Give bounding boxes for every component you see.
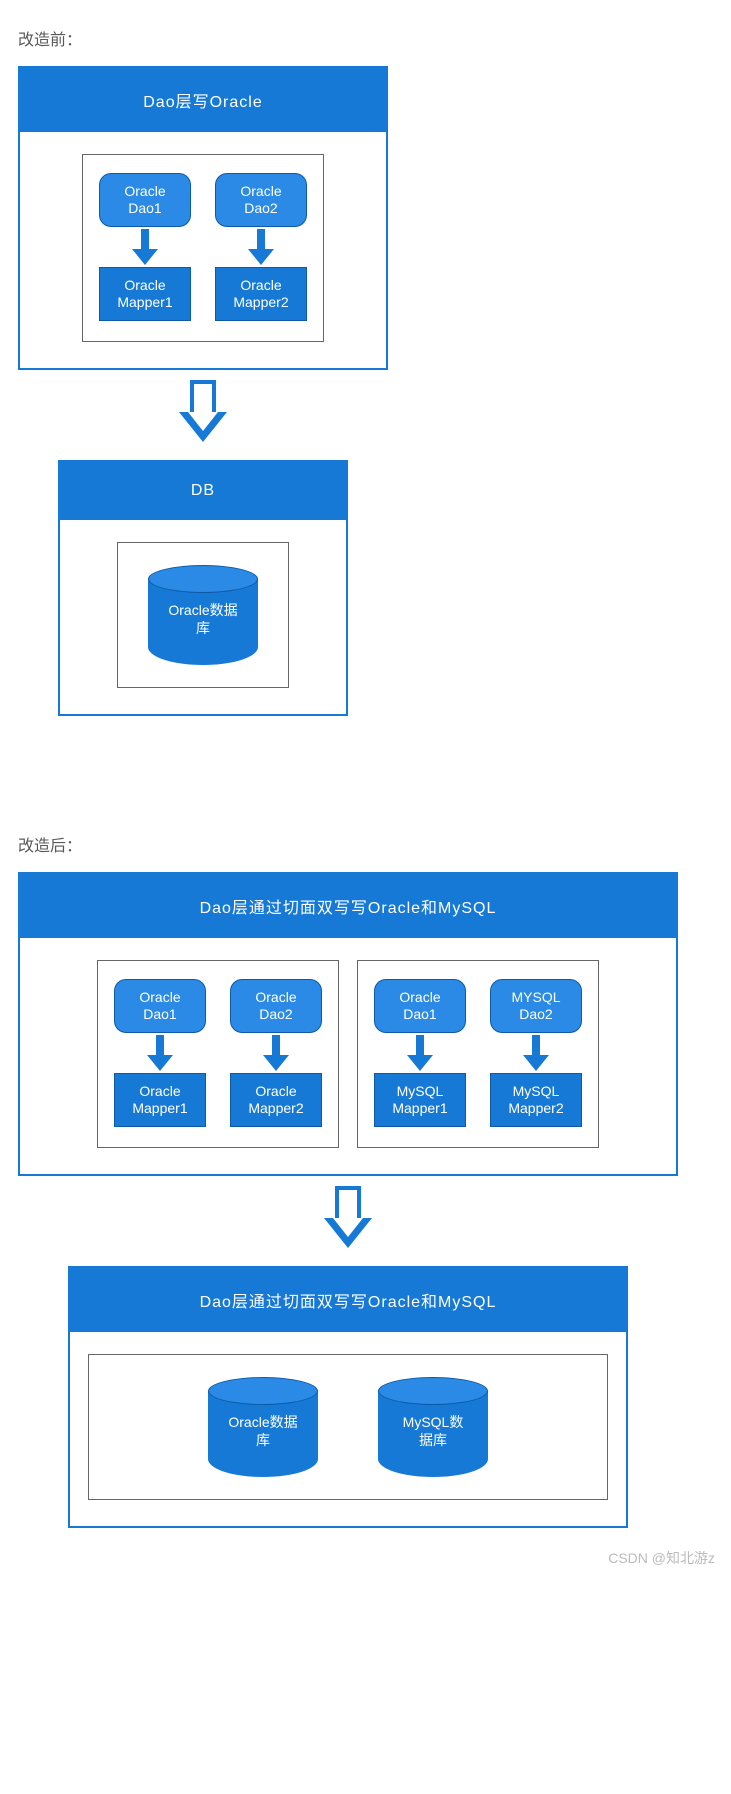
- oracle-db-cylinder: Oracle数据库: [148, 565, 258, 665]
- after-l-mapper1: OracleMapper1: [114, 1073, 206, 1127]
- before-dao-box: Dao层写Oracle OracleDao1 OracleMapper1 Ora…: [18, 66, 388, 370]
- after-r-dao2: MYSQLDao2: [490, 979, 582, 1033]
- arrow-down-icon: [265, 1035, 287, 1071]
- oracle-dao1: OracleDao1: [99, 173, 191, 227]
- label-before: 改造前：: [18, 26, 721, 50]
- large-arrow-down-icon: [179, 380, 227, 446]
- after-r-mapper1: MySQLMapper1: [374, 1073, 466, 1127]
- after-right-panel: OracleDao1 MySQLMapper1 MYSQLDao2 MySQLM…: [357, 960, 599, 1148]
- after-r-dao1: OracleDao1: [374, 979, 466, 1033]
- after-l-mapper2: OracleMapper2: [230, 1073, 322, 1127]
- after-l-dao2: OracleDao2: [230, 979, 322, 1033]
- large-arrow-down-icon: [324, 1186, 372, 1252]
- after-dao-title: Dao层通过切面双写写Oracle和MySQL: [20, 874, 676, 938]
- arrow-down-icon: [149, 1035, 171, 1071]
- arrow-down-icon: [409, 1035, 431, 1071]
- before-db-title: DB: [60, 462, 346, 520]
- arrow-down-icon: [525, 1035, 547, 1071]
- oracle-mapper2: OracleMapper2: [215, 267, 307, 321]
- after-r-mapper2: MySQLMapper2: [490, 1073, 582, 1127]
- arrow-down-icon: [250, 229, 272, 265]
- arrow-down-icon: [134, 229, 156, 265]
- before-col-1: OracleDao1 OracleMapper1: [99, 173, 191, 321]
- oracle-db-cylinder2: Oracle数据库: [208, 1377, 318, 1477]
- oracle-mapper1: OracleMapper1: [99, 267, 191, 321]
- after-db-box: Dao层通过切面双写写Oracle和MySQL Oracle数据库 MySQL数…: [68, 1266, 628, 1528]
- after-left-panel: OracleDao1 OracleMapper1 OracleDao2 Orac…: [97, 960, 339, 1148]
- before-db-box: DB Oracle数据库: [58, 460, 348, 716]
- label-after: 改造后：: [18, 832, 721, 856]
- after-db-title: Dao层通过切面双写写Oracle和MySQL: [70, 1268, 626, 1332]
- oracle-dao2: OracleDao2: [215, 173, 307, 227]
- after-l-dao1: OracleDao1: [114, 979, 206, 1033]
- watermark: CSDN @知北游z: [10, 1548, 721, 1568]
- before-dao-title: Dao层写Oracle: [20, 68, 386, 132]
- mysql-db-cylinder: MySQL数据库: [378, 1377, 488, 1477]
- after-dao-box: Dao层通过切面双写写Oracle和MySQL OracleDao1 Oracl…: [18, 872, 678, 1176]
- before-inner-panel: OracleDao1 OracleMapper1 OracleDao2 Orac…: [82, 154, 324, 342]
- before-col-2: OracleDao2 OracleMapper2: [215, 173, 307, 321]
